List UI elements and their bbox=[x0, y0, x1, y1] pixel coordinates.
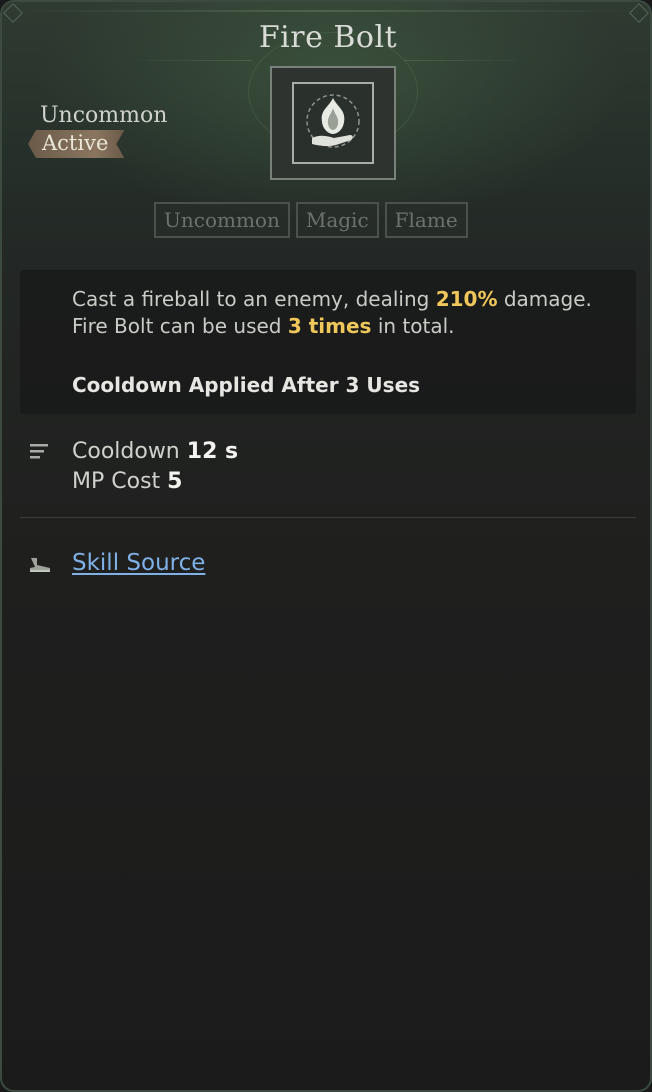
tag-rarity: Uncommon bbox=[154, 202, 290, 238]
skill-tags: Uncommon Magic Flame bbox=[154, 202, 468, 238]
cooldown-stat: Cooldown 12 s bbox=[72, 439, 239, 464]
tag-flame: Flame bbox=[384, 202, 468, 238]
mp-cost-value: 5 bbox=[167, 469, 183, 494]
skill-type-badge: Active bbox=[28, 130, 124, 158]
tag-magic: Magic bbox=[295, 202, 379, 238]
skill-tooltip-panel: Fire Bolt Uncommon Active Uncommon Magic… bbox=[0, 0, 652, 1092]
flame-hand-icon bbox=[292, 82, 374, 164]
uses-value: 3 times bbox=[287, 313, 372, 338]
book-source-icon bbox=[28, 556, 52, 578]
section-divider bbox=[20, 517, 636, 518]
header-ornament-line bbox=[122, 60, 252, 61]
header-ornament-line bbox=[404, 60, 534, 61]
skill-description: Cast a fireball to an enemy, dealing 210… bbox=[72, 287, 592, 338]
damage-value: 210% bbox=[435, 287, 498, 311]
cooldown-note: Cooldown Applied After 3 Uses bbox=[72, 373, 421, 397]
skill-icon-frame bbox=[270, 66, 396, 180]
rarity-label: Uncommon bbox=[40, 103, 168, 128]
mp-cost-stat: MP Cost 5 bbox=[72, 469, 183, 494]
top-frame-line bbox=[12, 10, 640, 12]
skill-title: Fire Bolt bbox=[258, 20, 398, 55]
list-icon bbox=[30, 443, 50, 465]
skill-source-link[interactable]: Skill Source bbox=[72, 550, 205, 576]
cooldown-value: 12 s bbox=[186, 439, 239, 464]
